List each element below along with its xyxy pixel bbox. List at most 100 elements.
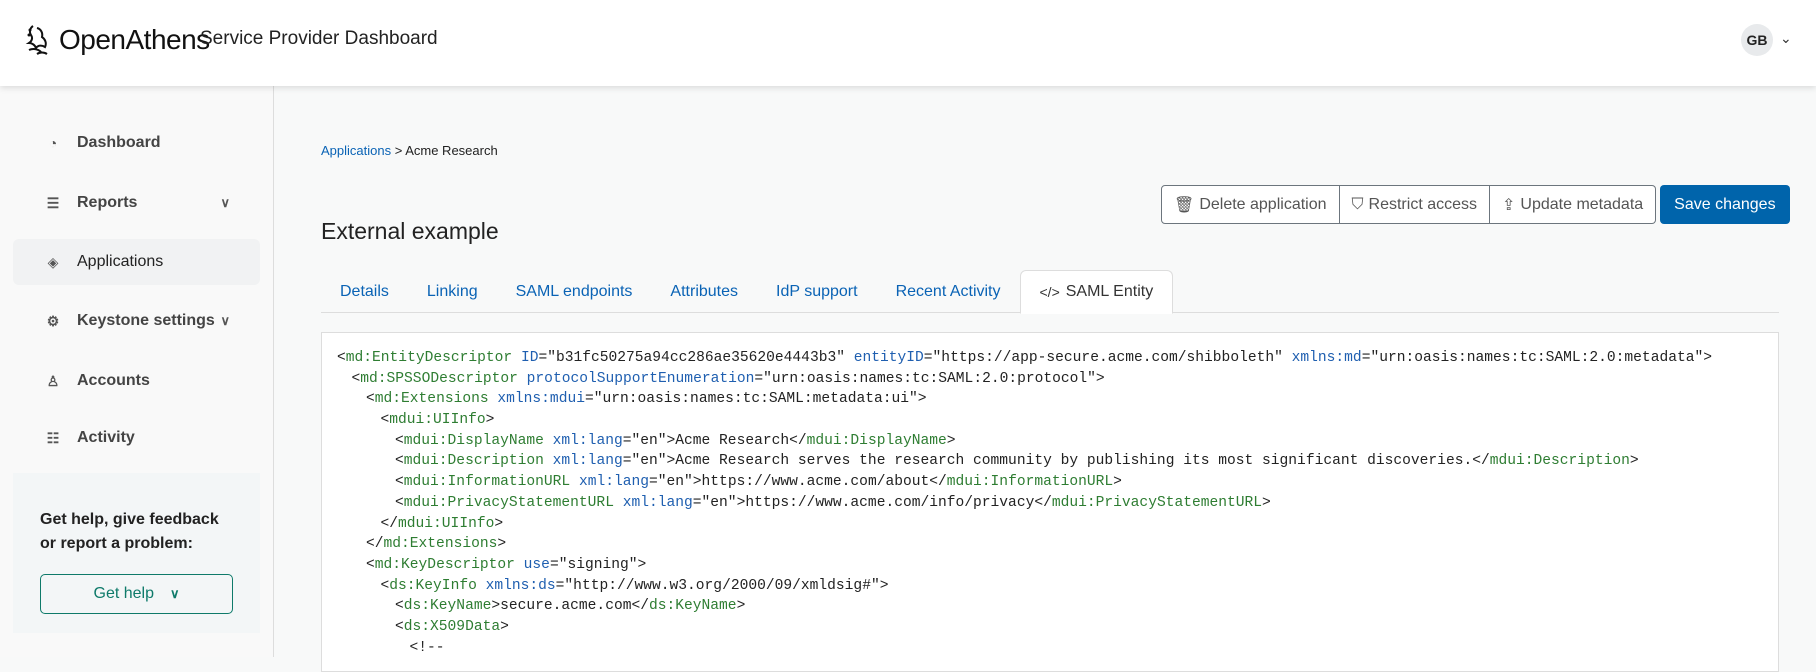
- code-line: <mdui:InformationURL xml:lang="en">https…: [337, 472, 1778, 493]
- xml-tag-name: md:Extensions: [383, 536, 498, 553]
- code-line: <md:KeyDescriptor use="signing">: [337, 555, 1778, 576]
- xml-text: >: [500, 618, 509, 635]
- chevron-down-icon: ∨: [169, 586, 180, 601]
- sidebar-item-label: Applications: [77, 253, 164, 270]
- xml-tag-name: mdui:Description: [1489, 453, 1630, 470]
- gauge-icon: ◔: [48, 135, 58, 151]
- xml-tag-name: mdui:InformationURL: [403, 474, 571, 491]
- xml-text: <: [395, 432, 404, 449]
- code-line: <mdui:Description xml:lang="en">Acme Res…: [337, 451, 1778, 472]
- delete-label: Delete application: [1199, 195, 1327, 213]
- layers-icon: ◈: [47, 253, 59, 270]
- chevron-down-icon[interactable]: ⌄: [1780, 30, 1792, 47]
- xml-text: <: [337, 350, 346, 366]
- delete-application-button[interactable]: 🗑 Delete application: [1161, 185, 1340, 224]
- xml-attribute-name: xml:lang: [578, 474, 649, 491]
- code-line: <ds:X509Data>: [337, 617, 1778, 638]
- xml-text: >: [1629, 453, 1639, 470]
- xml-tag-name: mdui:DisplayName: [403, 432, 544, 449]
- get-help-button[interactable]: Get help ∨: [40, 574, 233, 614]
- user-avatar[interactable]: GB: [1741, 24, 1773, 56]
- tab-label: Attributes: [670, 282, 739, 300]
- sidebar: ◔ Dashboard ☰ Reports ∨ ◈ Applications ⚙ Keyston…: [0, 86, 274, 657]
- xml-tag-name: mdui:Description: [403, 453, 544, 470]
- code-line: <md:EntityDescriptor ID="b31fc50275a94cc…: [337, 348, 1778, 369]
- xml-text: <: [395, 618, 404, 635]
- tab-details[interactable]: Details: [321, 270, 408, 313]
- xml-text: </: [380, 515, 399, 532]
- xml-text: >: [946, 432, 956, 449]
- tab-attributes[interactable]: Attributes: [651, 270, 757, 313]
- tab-saml-endpoints[interactable]: SAML endpoints: [497, 270, 652, 313]
- xml-text: [544, 433, 553, 449]
- top-header: OpenAthens Service Provider Dashboard GB…: [0, 0, 1816, 86]
- sidebar-item-keystone-settings[interactable]: ⚙ Keystone settings ∨: [13, 298, 260, 344]
- xml-text: <: [380, 577, 390, 594]
- tab-label: SAML Entity: [1065, 283, 1154, 300]
- xml-text: [512, 350, 521, 366]
- xml-text: ="https://app-secure.acme.com/shibboleth…: [923, 350, 1292, 366]
- sidebar-item-activity[interactable]: ☷ Activity: [13, 415, 260, 461]
- code-line: </mdui:UIInfo>: [337, 514, 1778, 535]
- xml-tag-name: md:SPSSODescriptor: [360, 370, 518, 387]
- xml-text: [614, 495, 623, 511]
- tab-bar: Details Linking SAML endpoints Attributes Id…: [321, 270, 1779, 314]
- update-metadata-button[interactable]: ⇪ Update metadata: [1490, 185, 1657, 224]
- xml-tag-name: mdui:PrivacyStatementURL: [403, 494, 614, 511]
- xml-tag-name: ds:X509Data: [403, 618, 501, 635]
- breadcrumb-applications-link[interactable]: Applications: [321, 143, 391, 158]
- trash-icon: 🗑: [1174, 196, 1195, 214]
- xml-attribute-name: xml:lang: [552, 453, 623, 470]
- shield-icon: ⛉: [1351, 195, 1364, 213]
- xml-text: ="urn:oasis:names:tc:SAML:2.0:metadata">: [1361, 350, 1712, 366]
- xml-text: <: [395, 494, 404, 511]
- xml-text: >: [485, 412, 495, 429]
- xml-text: ="http://www.w3.org/2000/09/xmldsig#">: [555, 577, 889, 594]
- xml-text: <: [395, 598, 404, 615]
- xml-text: </: [366, 536, 384, 553]
- code-line: <mdui:UIInfo>: [337, 410, 1778, 431]
- tab-label: IdP support: [776, 282, 858, 300]
- code-line: <md:SPSSODescriptor protocolSupportEnume…: [337, 369, 1778, 390]
- breadcrumb-current: Acme Research: [405, 143, 498, 158]
- chevron-down-icon[interactable]: ∨: [220, 195, 230, 211]
- xml-tag-name: ds:KeyName: [403, 598, 492, 615]
- xml-text: <: [366, 556, 375, 573]
- code-line: <!--: [337, 638, 1778, 659]
- tab-recent-activity[interactable]: Recent Activity: [877, 270, 1020, 313]
- xml-text: ="en">Acme Research</: [622, 432, 807, 449]
- xml-text: >: [497, 536, 507, 553]
- xml-text: ="b31fc50275a94cc286ae35620e4443b3": [538, 350, 854, 366]
- xml-tag-name: md:KeyDescriptor: [374, 556, 515, 573]
- sidebar-item-label: Accounts: [77, 372, 150, 389]
- action-buttons: 🗑 Delete application ⛉ Restrict access ⇪ Up…: [1161, 185, 1790, 224]
- xml-attribute-name: xmlns:ds: [485, 577, 556, 594]
- xml-text: ="en">https://www.acme.com/about</: [649, 474, 947, 491]
- xml-text: >secure.acme.com</: [491, 598, 649, 615]
- code-line: <md:Extensions xmlns:mdui="urn:oasis:nam…: [337, 389, 1778, 410]
- tab-saml-entity[interactable]: </> SAML Entity: [1019, 270, 1174, 314]
- xml-text: <: [351, 370, 361, 387]
- xml-text: [477, 578, 486, 594]
- saml-entity-xml-viewer[interactable]: <md:EntityDescriptor ID="b31fc50275a94cc…: [321, 332, 1779, 672]
- tab-label: Details: [340, 282, 389, 300]
- tab-linking[interactable]: Linking: [408, 270, 497, 313]
- chevron-down-icon[interactable]: ∨: [220, 313, 230, 329]
- save-changes-button[interactable]: Save changes: [1660, 185, 1790, 224]
- xml-text: [570, 474, 579, 490]
- sidebar-item-applications[interactable]: ◈ Applications: [13, 239, 260, 285]
- xml-text: <: [366, 391, 375, 408]
- xml-attribute-name: xml:lang: [552, 432, 623, 449]
- help-panel: Get help, give feedback or report a prob…: [13, 473, 260, 633]
- sidebar-item-accounts[interactable]: ♙ Accounts: [13, 358, 260, 404]
- tab-idp-support[interactable]: IdP support: [757, 270, 877, 313]
- sidebar-item-dashboard[interactable]: ◔ Dashboard: [13, 120, 260, 166]
- xml-tag-name: mdui:UIInfo: [398, 515, 495, 532]
- athena-logo-icon: [25, 25, 48, 55]
- tab-label: SAML endpoints: [515, 282, 633, 300]
- openathens-logo[interactable]: OpenAthens: [25, 22, 210, 58]
- restrict-access-button[interactable]: ⛉ Restrict access: [1339, 185, 1490, 224]
- sidebar-item-reports[interactable]: ☰ Reports ∨: [13, 180, 260, 226]
- xml-text: [515, 557, 524, 573]
- page-title: External example: [321, 218, 499, 244]
